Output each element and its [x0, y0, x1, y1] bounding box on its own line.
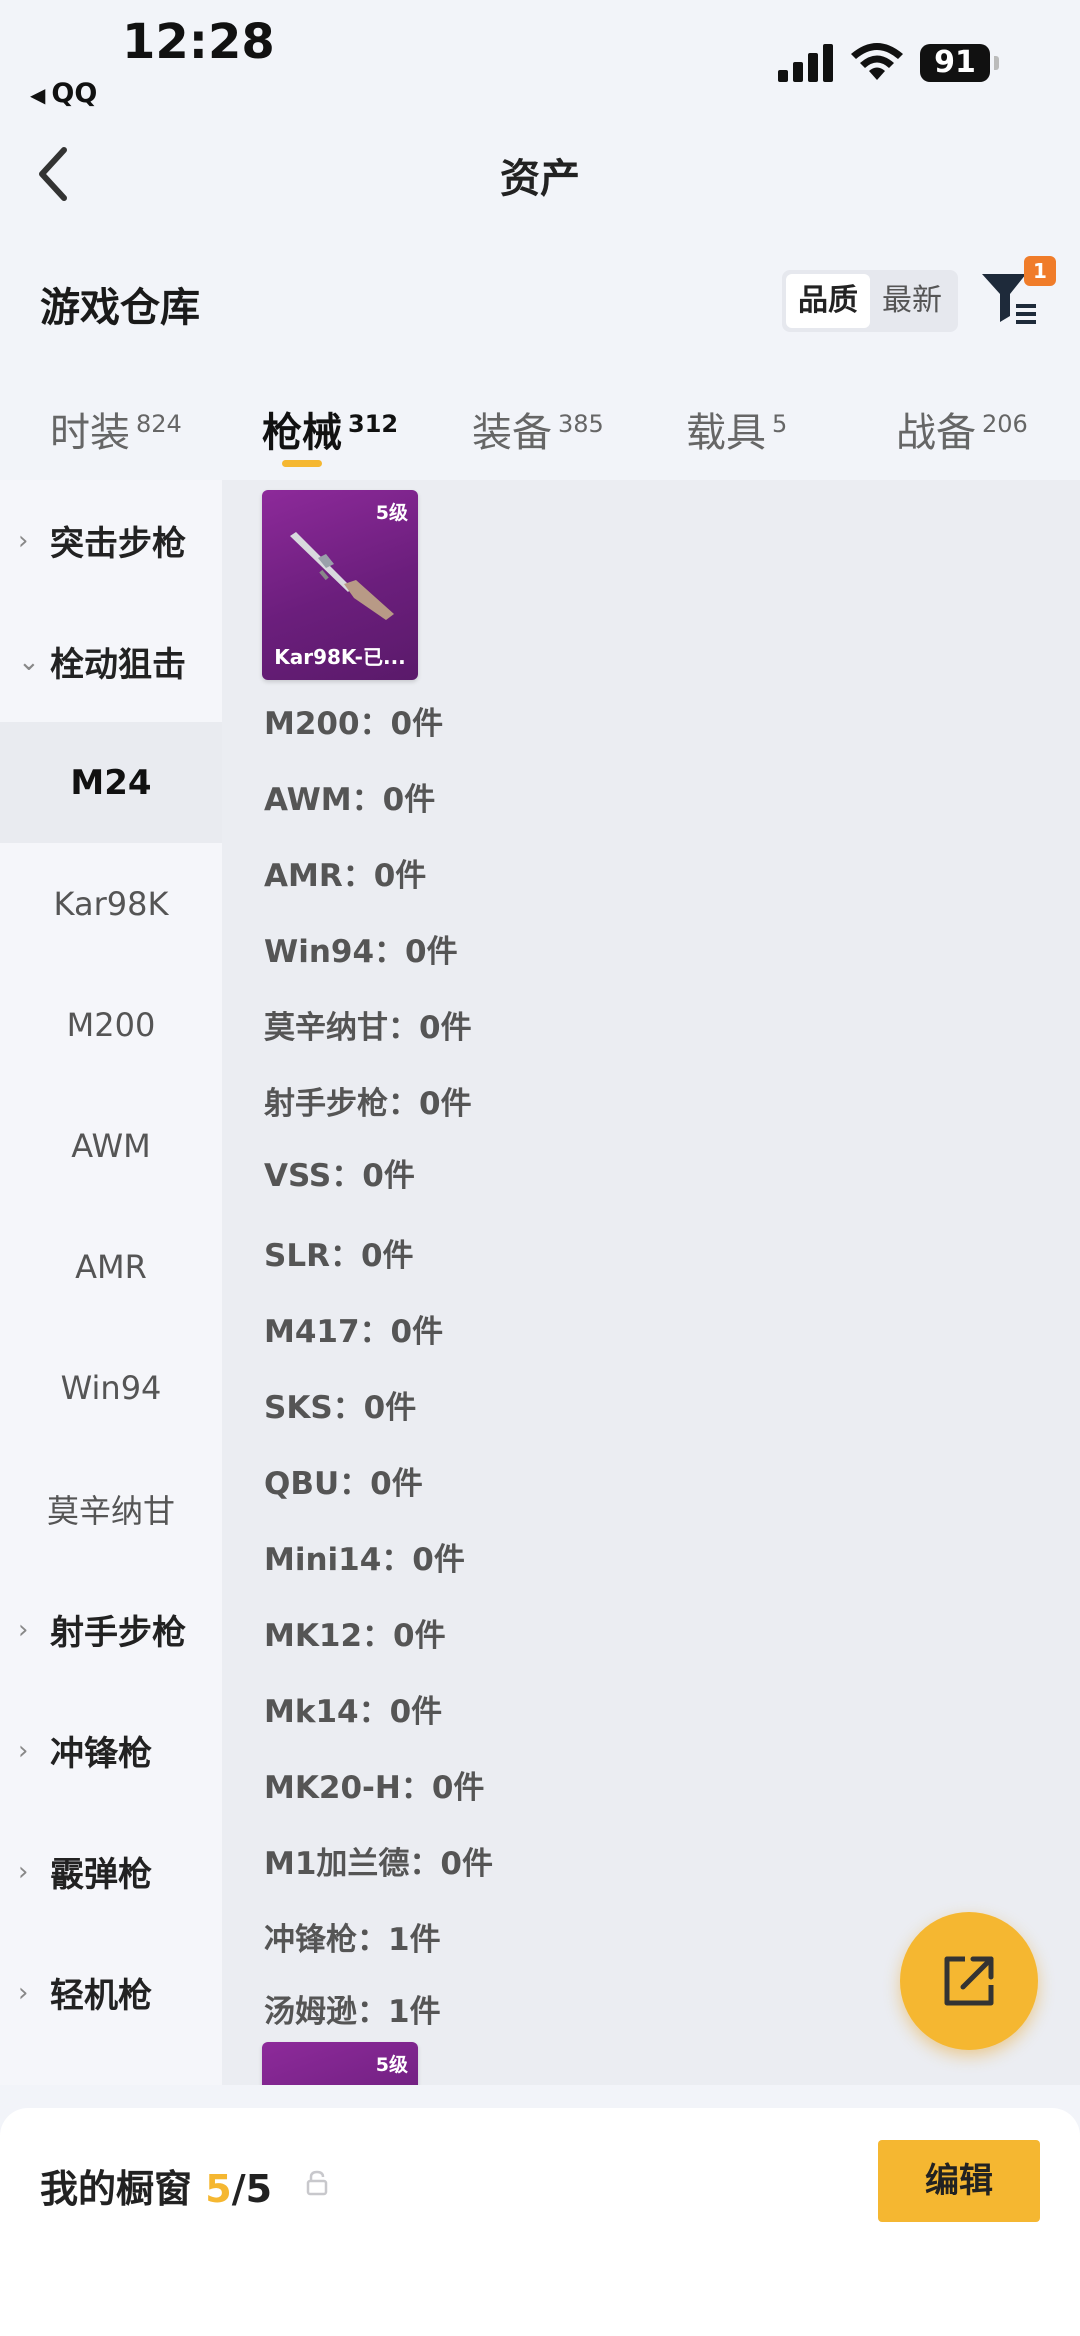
back-triangle-icon: ◀ — [30, 83, 46, 107]
sidebar-item-m200[interactable]: M200 — [0, 964, 222, 1085]
rifle-icon — [290, 532, 394, 620]
chevron-right-icon: › — [18, 1614, 29, 1645]
list-item: 莫辛纳甘：0件 — [264, 1010, 472, 1046]
sidebar-item-label: 射手步枪 — [50, 1613, 186, 1653]
category-sidebar: › 突击步枪 ⌄ 栓动狙击 M24 Kar98K M200 AWM AMR Win9… — [0, 480, 222, 2085]
showcase-count: 5 — [205, 2167, 232, 2211]
section-title: 游戏仓库 — [40, 285, 200, 331]
showcase-bar: 我的橱窗 5/5 编辑 — [0, 2108, 1080, 2336]
sidebar-item-label: Win94 — [60, 1368, 162, 1407]
sidebar-item-awm[interactable]: AWM — [0, 1085, 222, 1206]
list-item: M1加兰德：0件 — [264, 1846, 493, 1882]
battery-indicator: 91 — [920, 44, 990, 82]
list-item: MK20-H：0件 — [264, 1770, 485, 1806]
item-level-badge: 5级 — [375, 2054, 408, 2076]
back-app-label: QQ — [51, 78, 98, 109]
list-item: SKS：0件 — [264, 1390, 417, 1426]
sidebar-item-marksman[interactable]: › 射手步枪 — [0, 1569, 222, 1690]
share-icon — [944, 1956, 994, 2006]
sidebar-item-label: Kar98K — [53, 884, 169, 923]
sidebar-item-label: 突击步枪 — [50, 524, 186, 564]
list-item: QBU：0件 — [264, 1466, 423, 1502]
sidebar-item-label: 栓动狙击 — [50, 645, 186, 685]
lock-icon — [306, 2170, 328, 2196]
sidebar-item-amr[interactable]: AMR — [0, 1206, 222, 1327]
sidebar-item-win94[interactable]: Win94 — [0, 1327, 222, 1448]
sidebar-item-label: 莫辛纳甘 — [46, 1491, 175, 1530]
list-item: Mk14：0件 — [264, 1694, 443, 1730]
status-time: 12:28 — [122, 14, 275, 70]
list-item: M417：0件 — [264, 1314, 444, 1350]
tab-label: 枪械 — [262, 410, 342, 456]
tab-supplies[interactable]: 战备 206 — [896, 400, 1028, 458]
signal-icon — [778, 44, 833, 82]
sidebar-item-smg[interactable]: › 冲锋枪 — [0, 1690, 222, 1811]
sort-toggle: 品质 最新 — [782, 270, 958, 332]
list-item: MK12：0件 — [264, 1618, 446, 1654]
tab-label: 载具 — [686, 410, 766, 456]
chevron-right-icon: › — [18, 1735, 29, 1766]
tab-firearms[interactable]: 枪械 312 — [262, 400, 398, 458]
battery-tip — [994, 56, 999, 70]
chevron-right-icon: › — [18, 1977, 29, 2008]
tab-count: 5 — [772, 410, 788, 438]
list-item: M200：0件 — [264, 706, 444, 742]
sidebar-item-label: M24 — [70, 762, 152, 803]
list-item: 汤姆逊：1件 — [264, 1994, 441, 2030]
tab-count: 206 — [982, 410, 1028, 438]
sidebar-item-label: 轻机枪 — [50, 1976, 152, 2016]
list-item: SLR：0件 — [264, 1238, 414, 1274]
page-title: 资产 — [500, 156, 580, 202]
item-card-kar98k[interactable]: 5级 Kar98K-已... — [262, 490, 418, 680]
list-item: Mini14：0件 — [264, 1542, 465, 1578]
showcase-title: 我的橱窗 — [40, 2167, 193, 2211]
tab-label: 装备 — [472, 410, 552, 456]
list-item: Win94：0件 — [264, 934, 458, 970]
sidebar-item-label: AMR — [75, 1247, 147, 1286]
tab-label: 时装 — [50, 410, 130, 456]
item-level-badge: 5级 — [375, 502, 408, 524]
list-item: AMR：0件 — [264, 858, 427, 894]
showcase-total: /5 — [231, 2167, 273, 2211]
sidebar-item-label: 冲锋枪 — [50, 1734, 152, 1774]
chevron-down-icon: ⌄ — [18, 646, 40, 677]
list-item: 冲锋枪：1件 — [264, 1922, 441, 1958]
sidebar-item-m24[interactable]: M24 — [0, 722, 222, 843]
category-tabs: 时装 824 枪械 312 装备 385 载具 5 战备 206 — [0, 380, 1080, 480]
tab-equipment[interactable]: 装备 385 — [472, 400, 604, 458]
tab-count: 385 — [558, 410, 604, 438]
sidebar-item-mosin[interactable]: 莫辛纳甘 — [0, 1448, 222, 1569]
chevron-right-icon: › — [18, 1856, 29, 1887]
edit-button[interactable]: 编辑 — [878, 2140, 1040, 2222]
item-card-thompson[interactable]: 5级 — [262, 2042, 418, 2085]
sidebar-item-assault-rifles[interactable]: › 突击步枪 — [0, 480, 222, 601]
sidebar-item-label: AWM — [71, 1126, 151, 1165]
share-button[interactable] — [900, 1912, 1038, 2050]
status-bar: 12:28 ◀ QQ 91 — [0, 0, 1080, 110]
sidebar-item-bolt-action[interactable]: ⌄ 栓动狙击 — [0, 601, 222, 722]
sidebar-item-label: 霰弹枪 — [50, 1855, 152, 1895]
list-item: VSS：0件 — [264, 1158, 415, 1194]
list-item: 射手步枪：0件 — [264, 1086, 472, 1122]
sort-quality-button[interactable]: 品质 — [786, 274, 870, 328]
tab-count: 312 — [348, 410, 399, 438]
sort-latest-button[interactable]: 最新 — [870, 274, 954, 328]
tab-label: 战备 — [896, 410, 976, 456]
active-tab-indicator — [282, 460, 322, 467]
sidebar-item-label: M200 — [66, 1005, 156, 1044]
item-card-name: Kar98K-已... — [274, 645, 406, 669]
item-list: 5级 Kar98K-已... M200：0件 AWM：0件 AMR：0件 Win… — [222, 480, 1080, 2085]
sidebar-item-kar98k[interactable]: Kar98K — [0, 843, 222, 964]
sidebar-item-shotgun[interactable]: › 霰弹枪 — [0, 1811, 222, 1932]
list-item: AWM：0件 — [264, 782, 436, 818]
chevron-right-icon: › — [18, 525, 29, 556]
sidebar-item-lmg[interactable]: › 轻机枪 — [0, 1932, 222, 2053]
tab-fashion[interactable]: 时装 824 — [50, 400, 182, 458]
showcase-label: 我的橱窗 5/5 — [40, 2158, 272, 2213]
wifi-icon — [851, 43, 903, 80]
back-to-app-link[interactable]: ◀ QQ — [30, 78, 97, 109]
tab-count: 824 — [136, 410, 182, 438]
tab-vehicles[interactable]: 载具 5 — [686, 400, 787, 458]
filter-badge: 1 — [1024, 256, 1056, 286]
